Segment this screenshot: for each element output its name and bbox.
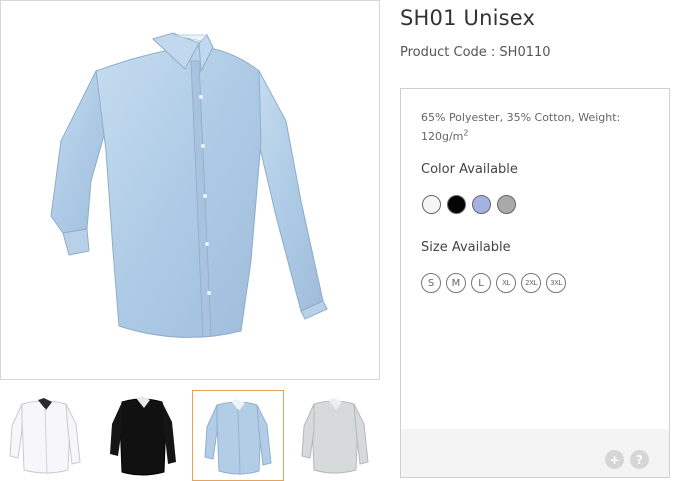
product-title: SH01 Unisex — [400, 6, 536, 30]
size-label: S — [427, 277, 435, 289]
size-available-heading: Size Available — [421, 240, 511, 255]
size-option-2xl[interactable]: 2XL — [521, 273, 541, 293]
product-code: Product Code : SH0110 — [400, 45, 551, 60]
light-blue-shirt-illustration — [204, 399, 272, 476]
thumbnail-grey-shirt[interactable] — [288, 390, 380, 481]
question-icon: ? — [636, 452, 643, 467]
panel-footer: + ? — [401, 429, 669, 477]
product-description: 65% Polyester, 35% Cotton, Weight: 120g/… — [421, 108, 641, 146]
description-superscript: 2 — [463, 128, 469, 138]
color-swatch-black[interactable] — [447, 195, 466, 214]
size-label: XL — [502, 279, 510, 287]
color-swatch-white[interactable] — [422, 195, 441, 214]
color-available-heading: Color Available — [421, 162, 518, 177]
product-code-label: Product Code : — [400, 45, 500, 60]
thumbnail-white-shirt[interactable] — [0, 390, 92, 481]
product-details-panel: 65% Polyester, 35% Cotton, Weight: 120g/… — [400, 88, 670, 478]
add-button[interactable]: + — [605, 450, 624, 469]
size-option-s[interactable]: S — [421, 273, 441, 293]
size-option-m[interactable]: M — [446, 273, 466, 293]
size-option-xl[interactable]: XL — [496, 273, 516, 293]
plus-icon: + — [609, 452, 620, 467]
description-text: 65% Polyester, 35% Cotton, Weight: 120g/… — [421, 111, 621, 143]
size-label: 3XL — [550, 279, 562, 287]
product-code-value: SH0110 — [499, 45, 551, 60]
color-swatch-light-blue[interactable] — [472, 195, 491, 214]
size-label: L — [478, 277, 484, 289]
color-swatches — [422, 195, 516, 214]
black-shirt-illustration — [110, 396, 176, 476]
thumbnail-black-shirt[interactable] — [96, 390, 188, 481]
main-product-image[interactable] — [0, 0, 380, 380]
size-option-3xl[interactable]: 3XL — [546, 273, 566, 293]
thumbnail-light-blue-shirt[interactable] — [192, 390, 284, 481]
size-option-l[interactable]: L — [471, 273, 491, 293]
help-button[interactable]: ? — [630, 450, 649, 469]
shirt-illustration — [50, 32, 328, 338]
grey-shirt-illustration — [301, 398, 369, 474]
size-label: M — [451, 277, 461, 289]
size-options: S M L XL 2XL 3XL — [421, 273, 566, 293]
white-shirt-illustration — [9, 398, 81, 475]
color-swatch-grey[interactable] — [497, 195, 516, 214]
size-label: 2XL — [525, 279, 537, 287]
